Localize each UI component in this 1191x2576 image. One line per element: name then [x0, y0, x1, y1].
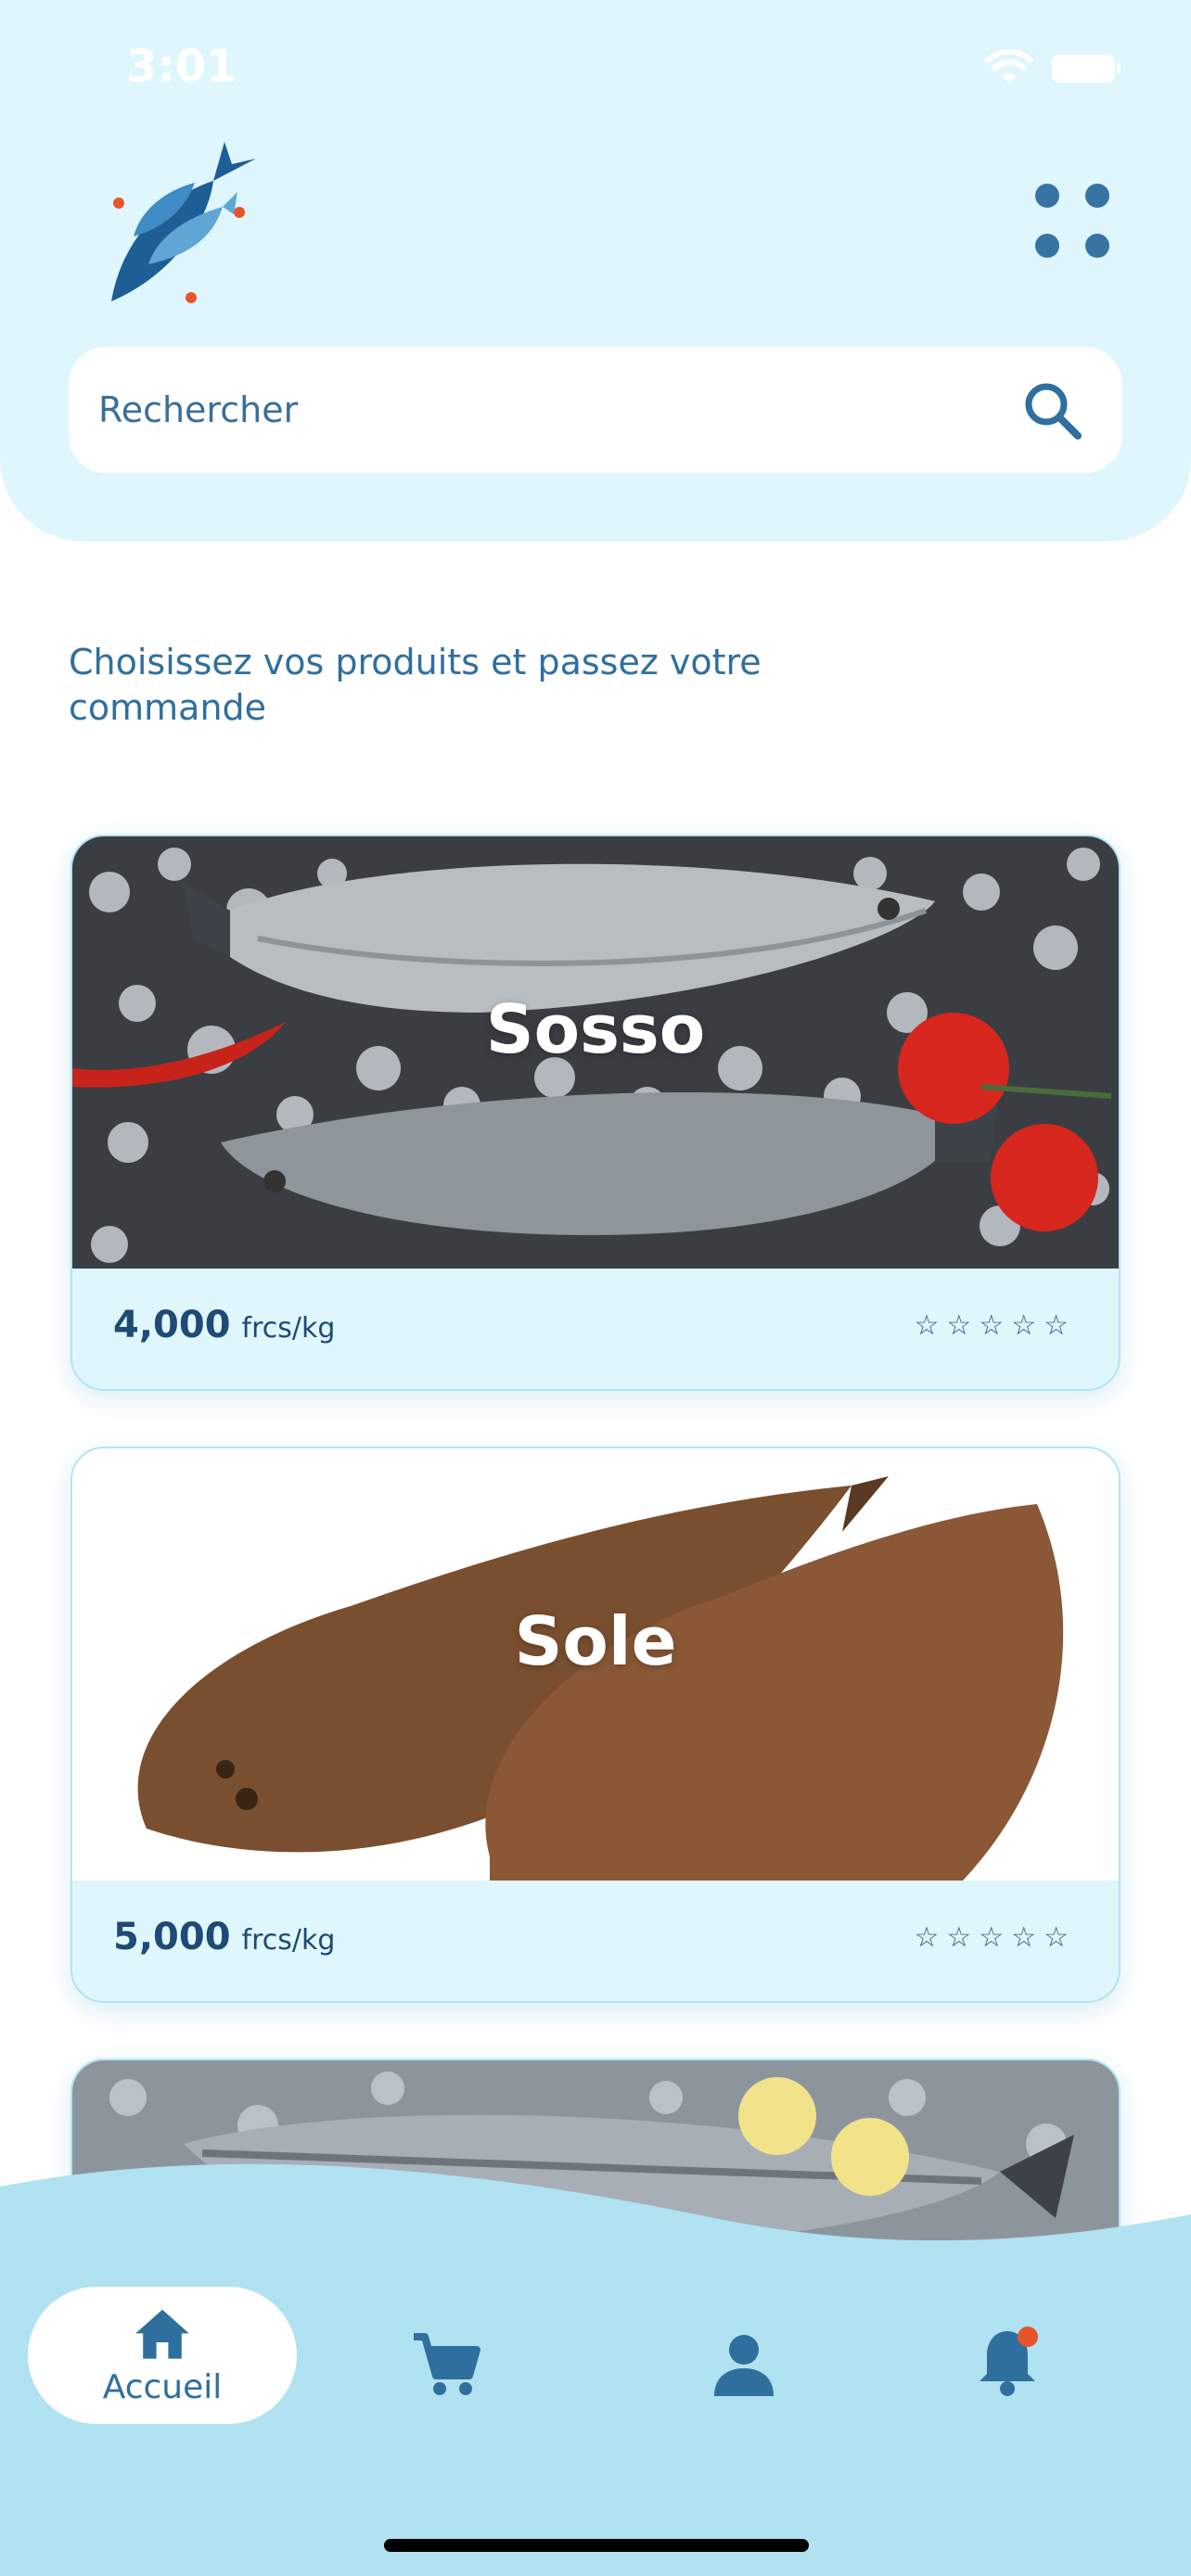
price-unit: frcs/kg: [241, 1924, 336, 1957]
nav-notifications-button[interactable]: [961, 2315, 1054, 2407]
search-icon[interactable]: [1020, 378, 1085, 443]
menu-dot: [1085, 184, 1109, 208]
price: 5,000 frcs/kg: [113, 1916, 335, 1958]
nav-profile-button[interactable]: [698, 2318, 790, 2411]
product-footer: 5,000 frcs/kg ☆☆☆☆☆: [72, 1881, 1119, 2001]
menu-dot: [1035, 234, 1059, 258]
price-value: 5,000: [113, 1916, 231, 1958]
nav-home-label: Accueil: [102, 2367, 223, 2406]
product-name: Sosso: [485, 990, 706, 1068]
nav-home-button[interactable]: Accueil: [28, 2287, 297, 2424]
nav-cart-button[interactable]: [399, 2318, 492, 2411]
fish-logo: [111, 142, 256, 303]
product-footer: 4,000 frcs/kg ☆☆☆☆☆: [72, 1269, 1119, 1389]
wifi-icon: [985, 50, 1033, 83]
intro-text: Choisissez vos produits et passez votre …: [69, 642, 762, 728]
search-bar: [69, 347, 1122, 473]
product-card-sosso[interactable]: Sosso 4,000 frcs/kg ☆☆☆☆☆: [70, 835, 1121, 1391]
price-value: 4,000: [113, 1304, 231, 1346]
price-unit: frcs/kg: [241, 1312, 336, 1345]
menu-dot: [1035, 184, 1059, 208]
status-icons: [985, 50, 1121, 87]
product-name: Sole: [514, 1602, 677, 1680]
menu-dot: [1085, 234, 1109, 258]
home-indicator: [384, 2539, 809, 2552]
rating-stars[interactable]: ☆☆☆☆☆: [915, 1309, 1076, 1342]
user-icon: [714, 2335, 774, 2396]
notification-dot: [1018, 2327, 1038, 2347]
menu-dots-button[interactable]: [1028, 176, 1117, 265]
rating-stars[interactable]: ☆☆☆☆☆: [915, 1921, 1076, 1954]
status-time: 3:01: [126, 41, 237, 93]
battery-icon: [1052, 55, 1121, 83]
cart-icon: [414, 2333, 480, 2395]
bell-icon: [980, 2327, 1038, 2396]
search-input[interactable]: [98, 347, 1007, 473]
price: 4,000 frcs/kg: [113, 1304, 335, 1346]
bottom-nav: Accueil: [0, 2161, 1191, 2576]
product-card-sole[interactable]: Sole 5,000 frcs/kg ☆☆☆☆☆: [70, 1447, 1121, 2003]
home-icon: [135, 2309, 189, 2359]
